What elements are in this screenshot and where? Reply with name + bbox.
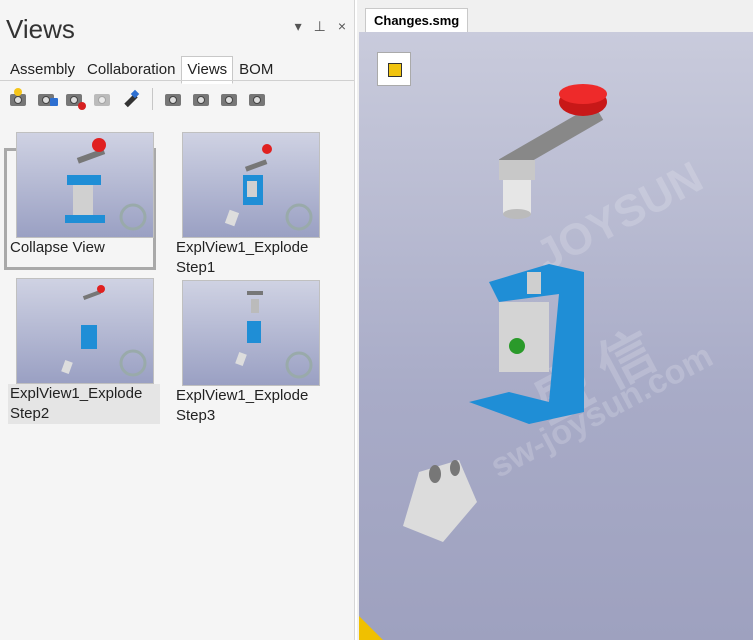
view-thumbnail bbox=[16, 132, 154, 238]
corner-marker-icon bbox=[359, 616, 383, 640]
views-toolbar bbox=[8, 88, 269, 110]
refresh-view-icon[interactable] bbox=[92, 88, 114, 110]
pin-icon[interactable]: ⊥ bbox=[314, 18, 326, 35]
view-thumbnail bbox=[182, 280, 320, 386]
tab-divider bbox=[0, 80, 354, 81]
panel-controls: ▾ ⊥ × bbox=[295, 18, 346, 35]
camera-play-icon[interactable] bbox=[191, 88, 213, 110]
clamp-pin bbox=[509, 338, 525, 354]
view-thumbnail bbox=[182, 132, 320, 238]
3d-viewport[interactable]: JOYSUN 盛 信 sw-joysun.com bbox=[359, 32, 753, 640]
clamp-bolt bbox=[527, 272, 541, 294]
view-item-step3[interactable]: ExplView1_Explode Step3 bbox=[174, 272, 326, 426]
brush-icon[interactable] bbox=[120, 88, 142, 110]
dropdown-icon[interactable]: ▾ bbox=[295, 18, 302, 35]
close-icon[interactable]: × bbox=[338, 18, 346, 35]
view-label: ExplView1_Explode Step3 bbox=[176, 387, 309, 424]
new-view-icon[interactable] bbox=[8, 88, 30, 110]
handle-knob bbox=[559, 84, 607, 104]
handle-collar bbox=[499, 160, 535, 180]
document-area: Changes.smg JOYSUN 盛 信 sw-joysun.com bbox=[357, 0, 753, 640]
exploded-assembly bbox=[403, 84, 607, 542]
view-label: ExplView1_Explode Step2 bbox=[8, 384, 160, 424]
document-tab[interactable]: Changes.smg bbox=[365, 8, 469, 33]
update-view-icon[interactable] bbox=[36, 88, 58, 110]
panel-title: Views bbox=[6, 14, 75, 44]
view-label: Collapse View bbox=[10, 239, 105, 256]
handle-shaft bbox=[503, 180, 531, 214]
view-item-step1[interactable]: ExplView1_Explode Step1 bbox=[174, 124, 326, 278]
view-thumbnail bbox=[16, 278, 154, 384]
views-panel: Views ▾ ⊥ × Assembly Collaboration Views… bbox=[0, 0, 355, 640]
camera-next-icon[interactable] bbox=[247, 88, 269, 110]
view-item-step2[interactable]: ExplView1_Explode Step2 bbox=[8, 272, 160, 424]
clamp-block bbox=[499, 302, 549, 372]
toolbar-separator bbox=[152, 88, 153, 110]
camera-prev-icon[interactable] bbox=[163, 88, 185, 110]
camera-stop-icon[interactable] bbox=[219, 88, 241, 110]
view-item-collapse[interactable]: Collapse View bbox=[8, 124, 160, 258]
delete-view-icon[interactable] bbox=[64, 88, 86, 110]
